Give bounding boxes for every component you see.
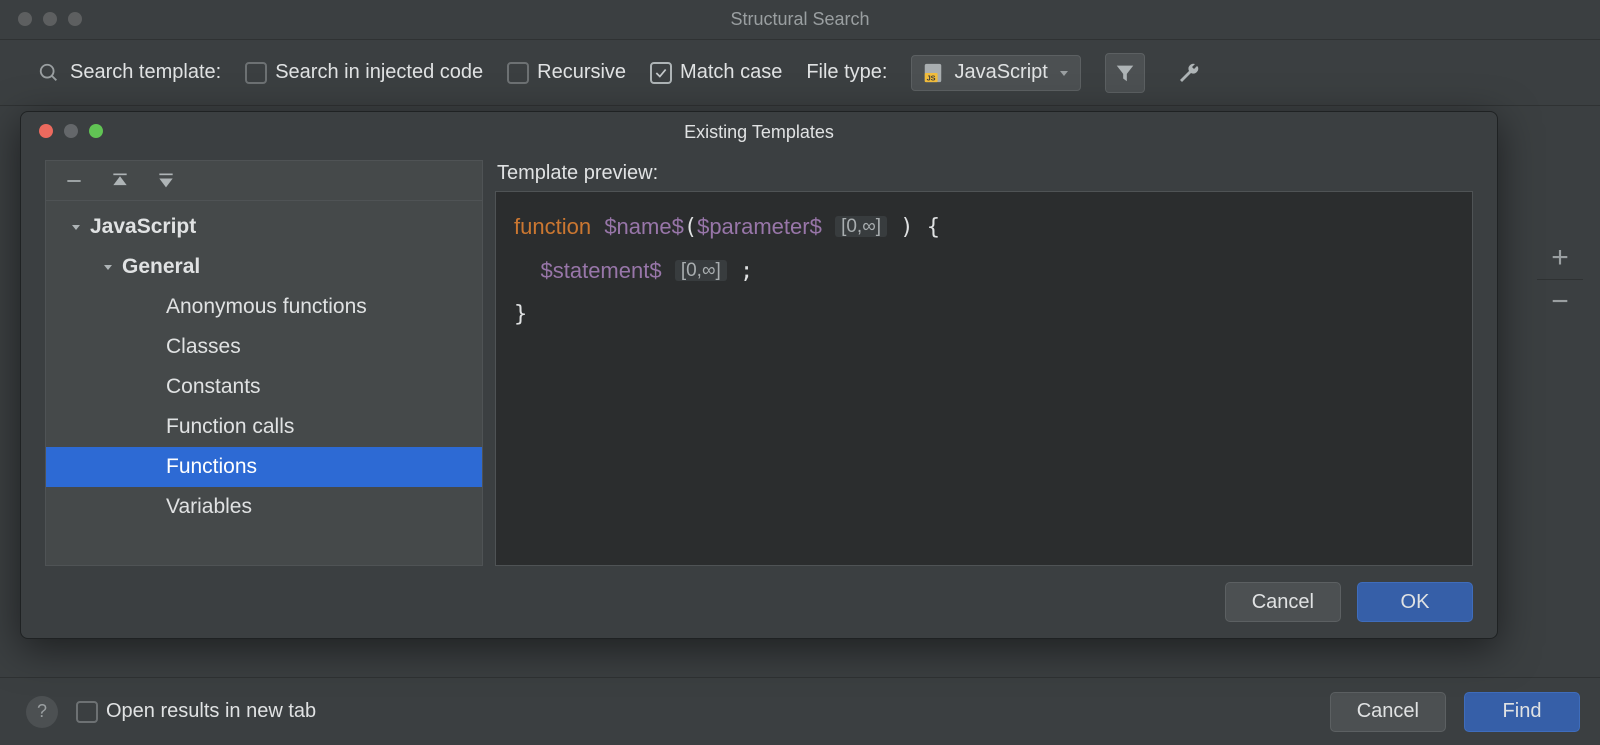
search-options-row: Search template: Search in injected code… <box>0 40 1600 106</box>
collapse-all-icon[interactable] <box>156 171 176 191</box>
filetype-dropdown[interactable]: JS JavaScript <box>911 55 1080 91</box>
dialog-title: Existing Templates <box>684 122 834 143</box>
checkbox-box-icon <box>245 62 267 84</box>
search-template-text: Search template: <box>70 61 221 84</box>
checkbox-box-icon <box>507 62 529 84</box>
outer-footer: ? Open results in new tab Cancel Find <box>0 677 1600 745</box>
cancel-button[interactable]: Cancel <box>1330 692 1446 732</box>
dialog-body: JavaScript General Anonymous functions C… <box>21 152 1497 566</box>
tree-node-label: Classes <box>166 335 241 359</box>
checkbox-box-icon <box>76 701 98 723</box>
window-title: Structural Search <box>730 9 869 30</box>
add-button[interactable]: + <box>1537 236 1583 280</box>
code-keyword: function <box>514 214 591 239</box>
wrench-icon <box>1177 61 1201 85</box>
traffic-close-icon[interactable] <box>18 12 32 26</box>
tree-node-label: Functions <box>166 455 257 479</box>
traffic-minimize-icon[interactable] <box>43 12 57 26</box>
expand-all-icon[interactable] <box>110 171 130 191</box>
traffic-minimize-icon[interactable] <box>64 124 78 138</box>
tree-node-label: Variables <box>166 495 252 519</box>
traffic-close-icon[interactable] <box>39 124 53 138</box>
open-new-tab-checkbox[interactable]: Open results in new tab <box>76 700 316 723</box>
help-button[interactable]: ? <box>26 696 58 728</box>
tree-node-item[interactable]: Constants <box>46 367 482 407</box>
filter-icon <box>1114 62 1136 84</box>
recursive-checkbox[interactable]: Recursive <box>507 61 626 84</box>
filter-button[interactable] <box>1105 53 1145 93</box>
tree-node-item-selected[interactable]: Functions <box>46 447 482 487</box>
preview-panel: Template preview: function $name$($param… <box>495 160 1473 566</box>
checkbox-box-icon <box>650 62 672 84</box>
svg-text:JS: JS <box>927 73 936 82</box>
chevron-down-icon <box>98 261 118 273</box>
tree-toolbar <box>46 161 482 201</box>
structural-search-window: Structural Search Search template: Searc… <box>0 0 1600 745</box>
outer-body: + − Existing Templates <box>0 106 1600 677</box>
code-name-var: $name$ <box>604 214 684 239</box>
tree-node-label: Anonymous functions <box>166 295 367 319</box>
code-statement-var: $statement$ <box>541 258 662 283</box>
code-range-badge: [0,∞] <box>675 260 727 281</box>
template-tree[interactable]: JavaScript General Anonymous functions C… <box>46 201 482 565</box>
collapse-icon[interactable] <box>64 171 84 191</box>
tree-node-label: General <box>122 255 200 279</box>
open-new-tab-label: Open results in new tab <box>106 700 316 723</box>
tree-node-item[interactable]: Anonymous functions <box>46 287 482 327</box>
traffic-zoom-icon[interactable] <box>68 12 82 26</box>
template-preview-code: function $name$($parameter$ [0,∞] ) { $s… <box>495 191 1473 566</box>
tree-node-group[interactable]: General <box>46 247 482 287</box>
cancel-button[interactable]: Cancel <box>1225 582 1341 622</box>
ok-button[interactable]: OK <box>1357 582 1473 622</box>
chevron-down-icon <box>66 221 86 233</box>
filetype-label: File type: <box>806 61 887 84</box>
window-traffic-lights <box>18 12 82 26</box>
existing-templates-dialog: Existing Templates <box>20 111 1498 639</box>
match-case-label: Match case <box>680 61 782 84</box>
settings-button[interactable] <box>1169 53 1209 93</box>
code-range-badge: [0,∞] <box>835 216 887 237</box>
search-icon <box>38 62 60 84</box>
dialog-traffic-lights <box>39 124 103 138</box>
injected-code-label: Search in injected code <box>275 61 483 84</box>
traffic-zoom-icon[interactable] <box>89 124 103 138</box>
help-icon: ? <box>37 701 47 722</box>
recursive-label: Recursive <box>537 61 626 84</box>
window-titlebar: Structural Search <box>0 0 1600 40</box>
chevron-down-icon <box>1058 67 1070 79</box>
search-template-label: Search template: <box>38 61 221 84</box>
code-param-var: $parameter$ <box>697 214 822 239</box>
dialog-titlebar: Existing Templates <box>21 112 1497 152</box>
dialog-footer: Cancel OK <box>21 566 1497 638</box>
preview-label: Template preview: <box>495 160 1473 191</box>
js-file-icon: JS <box>922 62 944 84</box>
tree-node-root[interactable]: JavaScript <box>46 207 482 247</box>
find-button[interactable]: Find <box>1464 692 1580 732</box>
tree-node-label: Constants <box>166 375 261 399</box>
remove-button[interactable]: − <box>1537 280 1583 324</box>
template-tree-panel: JavaScript General Anonymous functions C… <box>45 160 483 566</box>
tree-node-label: Function calls <box>166 415 294 439</box>
tree-node-item[interactable]: Classes <box>46 327 482 367</box>
tree-node-item[interactable]: Variables <box>46 487 482 527</box>
tree-node-item[interactable]: Function calls <box>46 407 482 447</box>
right-tool-strip: + − <box>1532 236 1588 324</box>
filetype-value: JavaScript <box>954 61 1047 84</box>
match-case-checkbox[interactable]: Match case <box>650 61 782 84</box>
tree-node-label: JavaScript <box>90 215 196 239</box>
injected-code-checkbox[interactable]: Search in injected code <box>245 61 483 84</box>
